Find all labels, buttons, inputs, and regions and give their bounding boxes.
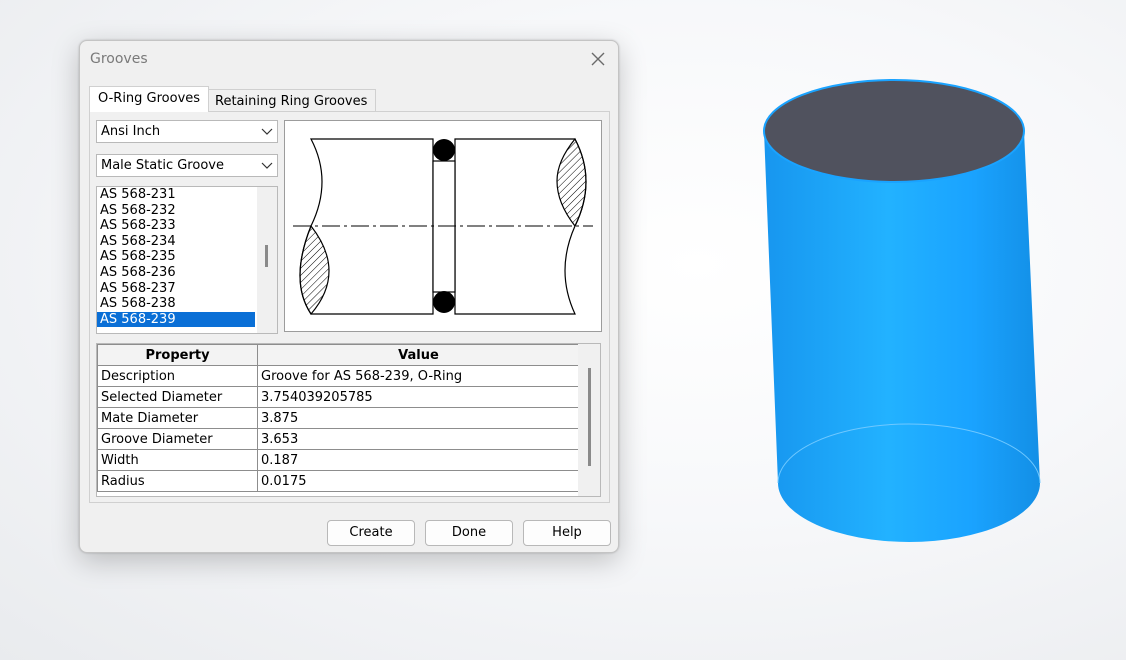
table-row[interactable]: Radius 0.0175 <box>97 470 580 492</box>
list-item[interactable]: AS 568-235 <box>97 249 255 265</box>
standard-select-value: Ansi Inch <box>101 124 161 139</box>
cylinder-3d-view <box>763 79 1041 542</box>
table-scrollbar-thumb[interactable] <box>588 368 591 466</box>
property-value[interactable]: 3.754039205785 <box>257 386 580 408</box>
dialog-title: Grooves <box>90 51 148 67</box>
chevron-down-icon <box>261 155 273 183</box>
property-name: Groove Diameter <box>97 428 258 450</box>
list-item[interactable]: AS 568-232 <box>97 203 255 219</box>
dialog-titlebar[interactable]: Grooves <box>80 41 618 77</box>
property-value[interactable]: 0.0175 <box>257 470 580 492</box>
table-row[interactable]: Mate Diameter 3.875 <box>97 407 580 429</box>
cylinder-top-face <box>763 79 1025 183</box>
list-scrollbar-thumb[interactable] <box>265 245 268 267</box>
property-value[interactable]: 3.875 <box>257 407 580 429</box>
size-list[interactable]: AS 568-231 AS 568-232 AS 568-233 AS 568-… <box>96 186 278 334</box>
standard-select[interactable]: Ansi Inch <box>96 120 278 143</box>
list-item-selected[interactable]: AS 568-239 <box>97 311 255 328</box>
property-name: Radius <box>97 470 258 492</box>
property-name: Mate Diameter <box>97 407 258 429</box>
table-row[interactable]: Width 0.187 <box>97 449 580 471</box>
grooves-dialog: Grooves O-Ring Grooves Retaining Ring Gr… <box>79 40 619 553</box>
list-item[interactable]: AS 568-234 <box>97 234 255 250</box>
column-header-value: Value <box>257 344 580 366</box>
column-header-property: Property <box>97 344 258 366</box>
done-button[interactable]: Done <box>425 520 513 546</box>
property-name: Selected Diameter <box>97 386 258 408</box>
o-ring-panel: Ansi Inch Male Static Groove AS 568-231 … <box>89 111 610 503</box>
property-value[interactable]: 3.653 <box>257 428 580 450</box>
property-table[interactable]: Property Value Description Groove for AS… <box>96 343 601 497</box>
groove-type-select-value: Male Static Groove <box>101 158 224 173</box>
list-item[interactable]: AS 568-231 <box>97 187 255 203</box>
chevron-down-icon <box>261 121 273 149</box>
table-row[interactable]: Description Groove for AS 568-239, O-Rin… <box>97 365 580 387</box>
close-button[interactable] <box>586 47 610 71</box>
property-value[interactable]: 0.187 <box>257 449 580 471</box>
list-item[interactable]: AS 568-238 <box>97 296 255 312</box>
table-row[interactable]: Selected Diameter 3.754039205785 <box>97 386 580 408</box>
cylinder-model[interactable] <box>755 70 1055 554</box>
list-item[interactable]: AS 568-236 <box>97 265 255 281</box>
tab-o-ring-grooves[interactable]: O-Ring Grooves <box>89 86 210 112</box>
table-scrollbar[interactable] <box>578 344 600 496</box>
property-name: Width <box>97 449 258 471</box>
create-button[interactable]: Create <box>327 520 415 546</box>
tab-retaining-ring-grooves[interactable]: Retaining Ring Grooves <box>206 89 377 113</box>
close-icon <box>591 52 605 66</box>
groove-type-select[interactable]: Male Static Groove <box>96 154 278 177</box>
table-row[interactable]: Groove Diameter 3.653 <box>97 428 580 450</box>
list-item[interactable]: AS 568-233 <box>97 218 255 234</box>
groove-diagram <box>284 120 602 332</box>
groove-diagram-drawing <box>293 137 593 315</box>
property-name: Description <box>97 365 258 387</box>
help-button[interactable]: Help <box>523 520 611 546</box>
cylinder-body <box>764 131 1040 542</box>
list-scrollbar[interactable] <box>257 187 277 333</box>
property-value[interactable]: Groove for AS 568-239, O-Ring <box>257 365 580 387</box>
list-item[interactable]: AS 568-237 <box>97 281 255 297</box>
